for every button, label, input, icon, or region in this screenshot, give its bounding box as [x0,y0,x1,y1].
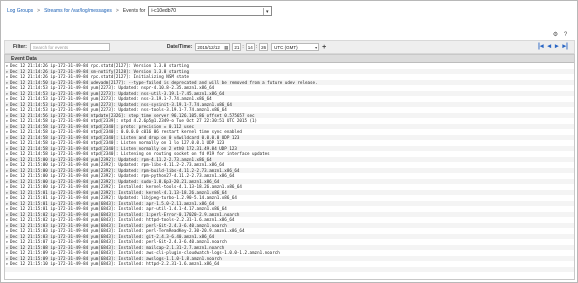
event-text: Dec 12 21:15:01 ip-172-31-49-84 yum[6843… [10,200,215,206]
pager: |◂ ◂ ▸ ▸| [538,43,568,51]
stream-select-value: i-c10edb70 [151,8,177,14]
table-body: ▸Dec 12 21:14:26 ip-172-31-49-84 rpc.sta… [5,63,574,278]
date-value: 2015/12/12 [197,45,220,50]
search-placeholder: Search for events [32,45,69,50]
events-table: Event Data ▸Dec 12 21:14:26 ip-172-31-49… [4,54,575,280]
event-text: Dec 12 21:15:03 ip-172-31-49-84 yum[6843… [10,233,215,239]
breadcrumb-streams[interactable]: Streams for /var/log/messages [44,8,112,14]
corner-icons: ⚙ ? [552,32,569,39]
event-text: Dec 12 21:15:00 ip-172-31-49-84 yum[2392… [10,162,225,167]
event-text: Dec 12 21:14:53 ip-172-31-49-84 yum[2273… [10,85,215,90]
event-text: Dec 12 21:14:53 ip-172-31-49-84 yum[2273… [10,96,212,101]
table-row[interactable] [5,272,574,278]
chevron-down-icon: ▾ [315,45,318,50]
event-text: Dec 12 21:14:26 ip-172-31-49-84 rpc.stat… [10,74,189,79]
event-text: Dec 12 21:15:07 ip-172-31-49-84 yum[6843… [10,239,227,244]
event-text: Dec 12 21:15:01 ip-172-31-49-84 yum[2392… [10,195,237,200]
time-separator: : [255,44,258,50]
event-text: Dec 12 21:15:00 ip-172-31-49-84 yum[2392… [10,184,242,189]
first-page-icon[interactable]: |◂ [538,43,543,51]
prev-page-icon[interactable]: ◂ [547,43,551,51]
calendar-icon[interactable]: ▦ [224,44,229,50]
datetime-label: Date/Time: [166,44,193,50]
event-text: Dec 12 21:15:02 ip-172-31-49-84 yum[6843… [10,217,235,222]
event-text: Dec 12 21:14:58 ip-172-31-49-84 ntpd[233… [10,118,258,123]
next-page-icon[interactable]: ▸ [555,43,559,51]
event-text: Dec 12 21:14:58 ip-172-31-49-84 ntpd[234… [10,134,240,140]
event-text: Dec 12 21:14:58 ip-172-31-49-84 ntpd[234… [10,145,237,151]
search-input[interactable]: Search for events [29,43,110,51]
table-header: Event Data [5,55,574,63]
event-text: Dec 12 21:15:02 ip-172-31-49-84 yum[6843… [10,211,240,217]
timezone-value: UTC (GMT) [274,45,298,50]
breadcrumb: Log Groups > Streams for /var/log/messag… [7,5,273,17]
event-text: Dec 12 21:15:01 ip-172-31-49-84 yum[2392… [10,189,227,195]
event-text: Dec 12 21:14:58 ip-172-31-49-84 ntpd[234… [10,129,242,134]
event-text: Dec 12 21:15:00 ip-172-31-49-84 yum[2392… [10,173,235,178]
event-text: Dec 12 21:14:53 ip-172-31-49-84 yum[2273… [10,107,227,112]
date-input[interactable]: 2015/12/12 ▦ [195,43,231,51]
event-text: Dec 12 21:14:58 ip-172-31-49-84 ntpd[234… [10,123,195,129]
event-text: Dec 12 21:15:03 ip-172-31-49-84 yum[6843… [10,228,245,233]
time-separator: : [242,44,244,50]
event-text: Dec 12 21:15:08 ip-172-31-49-84 yum[6843… [10,244,225,250]
breadcrumb-separator-icon: > [115,8,119,14]
second-input[interactable]: 26 [259,43,269,51]
add-icon[interactable]: + [322,44,326,51]
breadcrumb-log-groups[interactable]: Log Groups [7,8,33,14]
app-frame: Log Groups > Streams for /var/log/messag… [0,0,578,283]
timezone-select[interactable]: UTC (GMT) ▾ [271,43,320,51]
filter-label: Filter: [13,44,27,50]
breadcrumb-separator-icon: > [37,8,41,14]
event-text: Dec 12 21:15:00 ip-172-31-49-84 yum[2392… [10,156,212,162]
event-text: Dec 12 21:14:58 ip-172-31-49-84 ntpd[234… [10,140,225,145]
event-text: Dec 12 21:14:26 ip-172-31-49-84 sm-notif… [10,68,189,74]
filter-toolbar: Filter: Search for events Date/Time: 201… [4,40,575,54]
event-text: Dec 12 21:15:01 ip-172-31-49-84 yum[6843… [10,206,227,211]
event-text: Dec 12 21:15:00 ip-172-31-49-84 yum[2392… [10,167,240,173]
event-text: Dec 12 21:15:09 ip-172-31-49-84 yum[6843… [10,255,222,261]
event-text: Dec 12 21:15:10 ip-172-31-49-84 yum[6843… [10,261,220,266]
stream-select[interactable]: i-c10edb70 ▾ [148,6,273,16]
event-text: Dec 12 21:14:56 ip-172-31-49-84 ntpdate[… [10,112,255,118]
event-text: Dec 12 21:15:00 ip-172-31-49-84 yum[2392… [10,178,220,184]
hour-input[interactable]: 21 [232,43,242,51]
event-text: Dec 12 21:14:26 ip-172-31-49-84 rpc.stat… [10,63,189,68]
last-page-icon[interactable]: ▸| [563,43,568,51]
event-text: Dec 12 21:15:03 ip-172-31-49-84 yum[6843… [10,222,227,228]
event-text: Dec 12 21:14:58 ip-172-31-49-84 ntpd[234… [10,151,270,156]
event-text: Dec 12 21:14:50 ip-172-31-49-84 udevadm[… [10,79,318,85]
event-text: Dec 12 21:15:09 ip-172-31-49-84 yum[6843… [10,250,280,255]
breadcrumb-events-label: Events for [122,8,146,14]
gear-icon[interactable]: ⚙ [552,32,559,39]
help-icon[interactable]: ? [562,32,569,39]
chevron-down-icon: ▾ [263,8,270,15]
event-text: Dec 12 21:14:53 ip-172-31-49-84 yum[2273… [10,90,225,96]
event-text: Dec 12 21:14:53 ip-172-31-49-84 yum[2273… [10,101,232,107]
minute-input[interactable]: 14 [245,43,255,51]
